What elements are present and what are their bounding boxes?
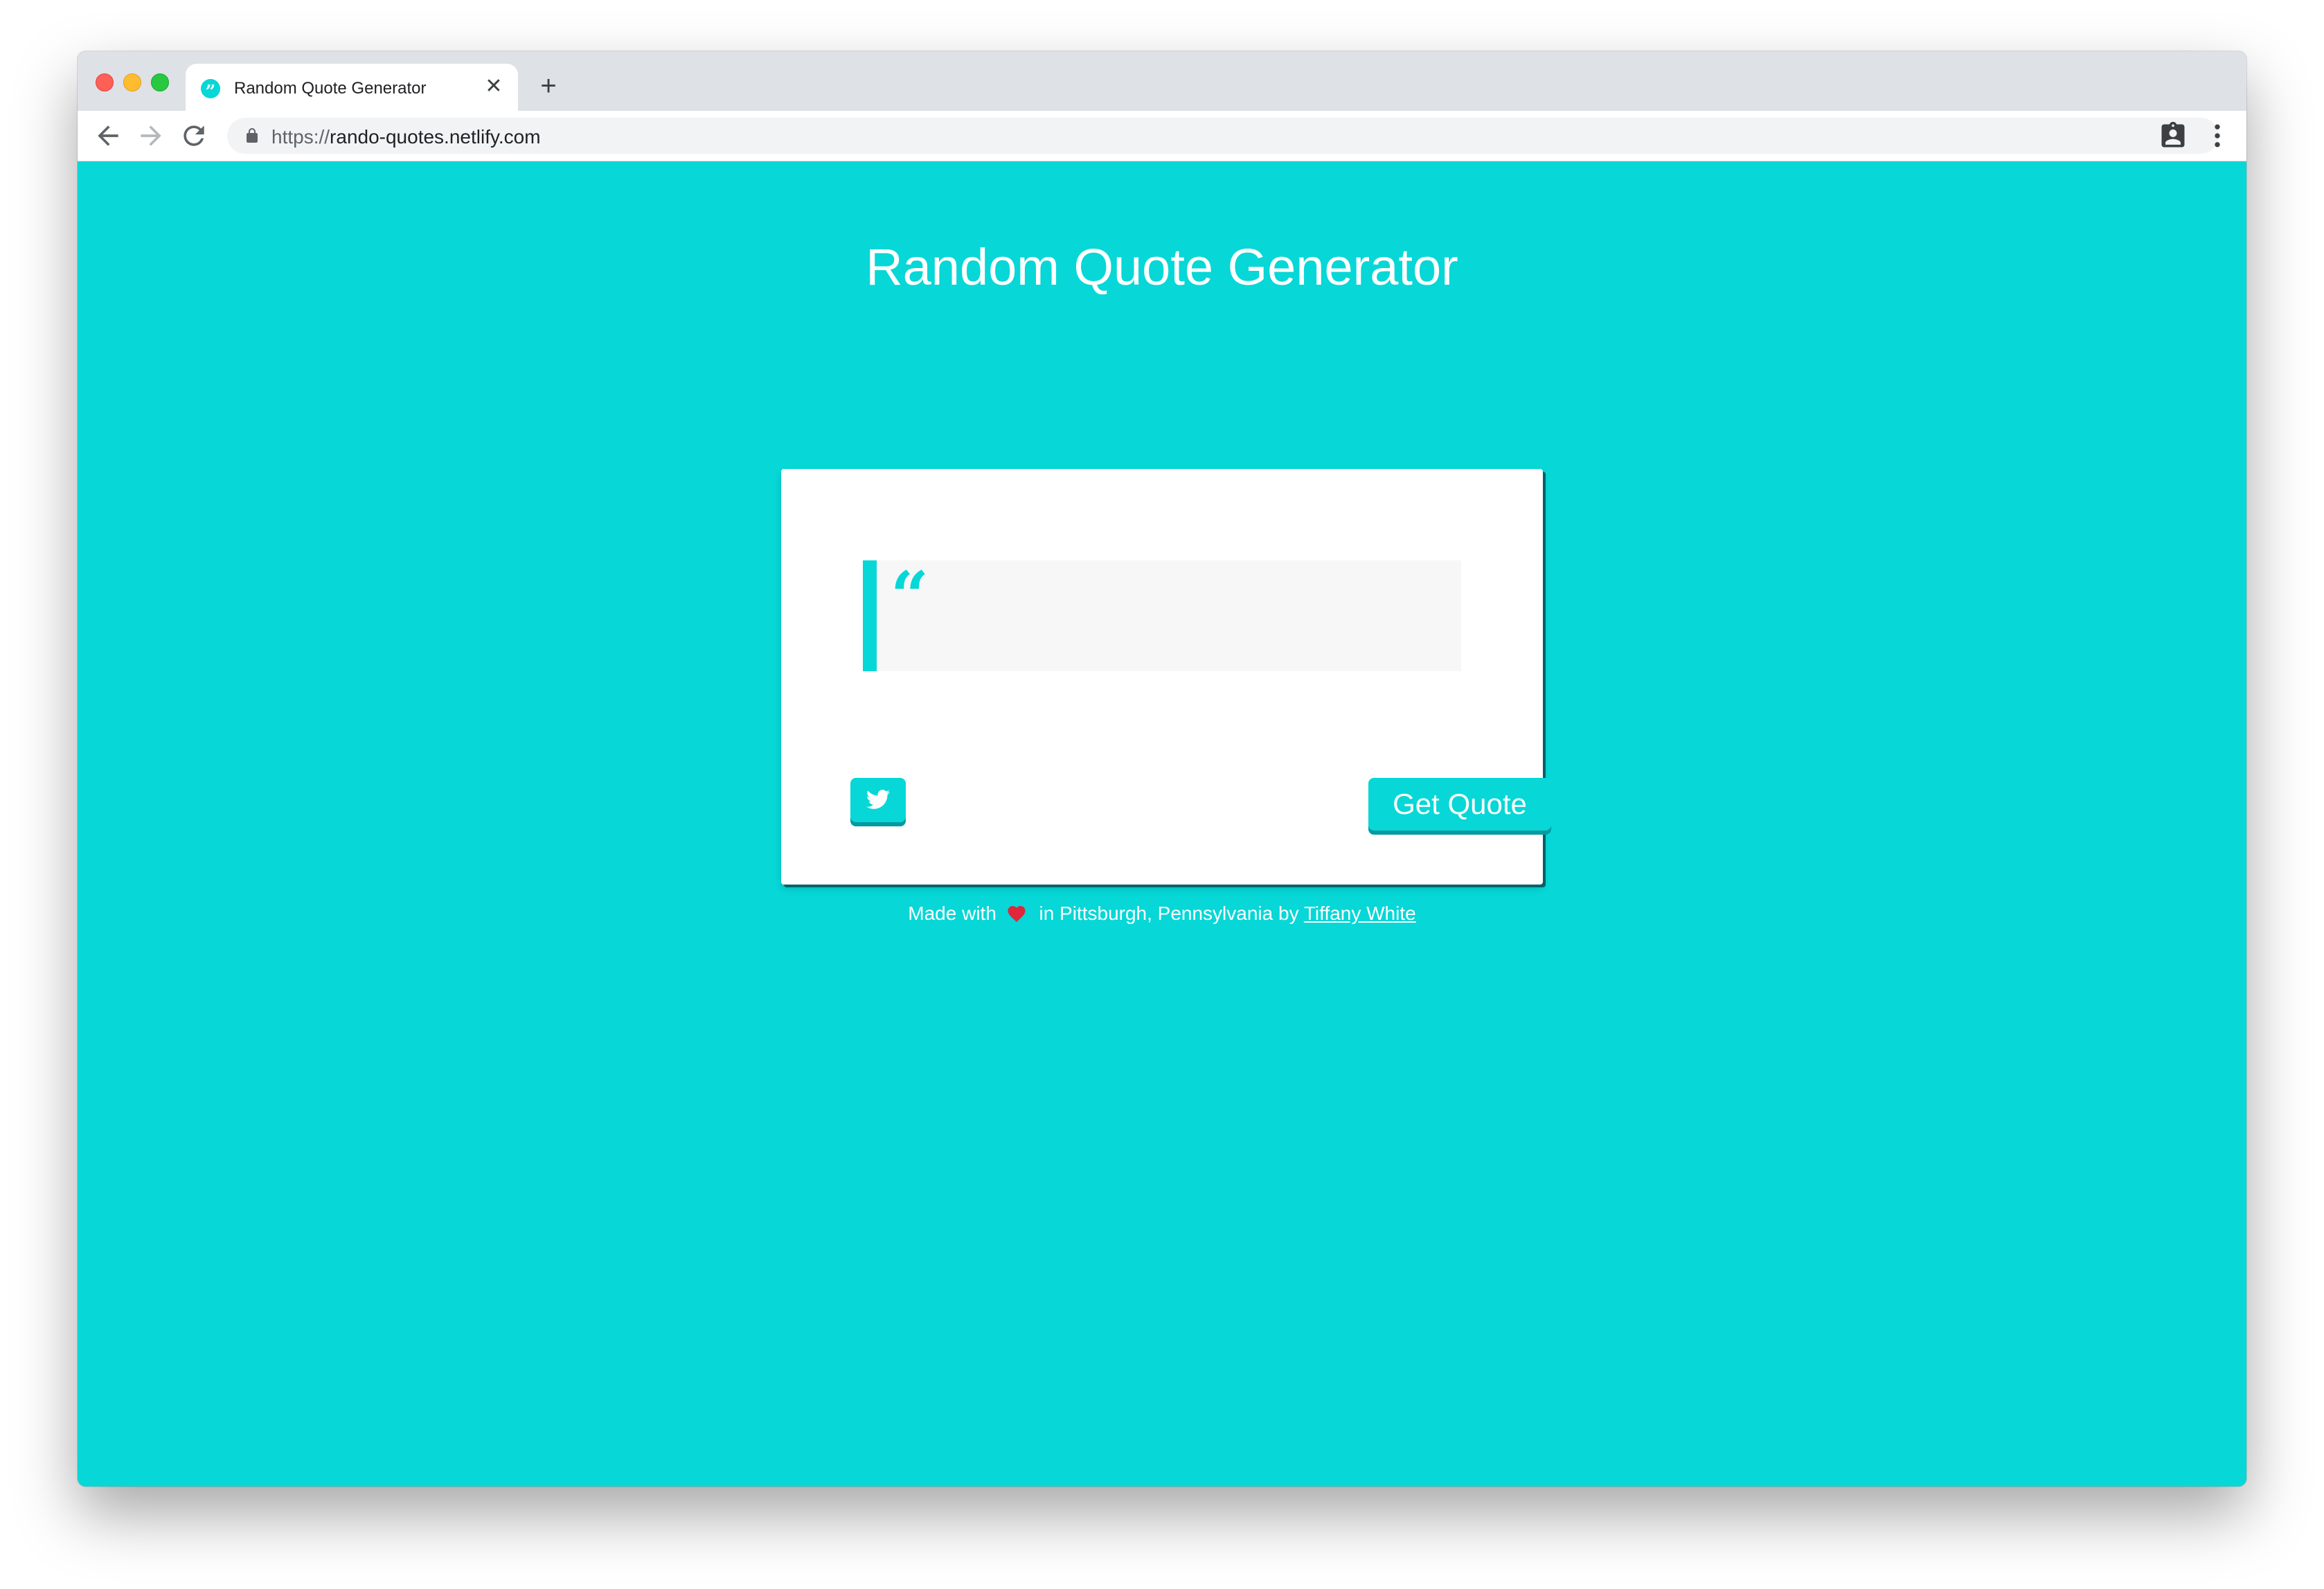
url-host: rando-quotes.netlify.com: [330, 126, 541, 148]
tab-title: Random Quote Generator: [234, 79, 427, 98]
browser-toolbar: https://rando-quotes.netlify.com: [78, 111, 2246, 161]
heart-icon: [1008, 906, 1026, 922]
quote-favicon-icon: ”: [201, 79, 220, 98]
reload-button[interactable]: [179, 121, 209, 151]
quote-mark-icon: “: [891, 557, 929, 635]
back-button[interactable]: [93, 121, 123, 151]
minimize-window-button[interactable]: [123, 73, 141, 91]
page-title: Random Quote Generator: [866, 238, 1458, 296]
menu-icon[interactable]: [2202, 121, 2233, 151]
back-arrow-icon: [98, 125, 118, 146]
quote-blockquote: “: [863, 560, 1461, 671]
lock-icon: [247, 128, 258, 143]
quote-card: “ Get Quote: [781, 469, 1551, 885]
close-window-button[interactable]: [96, 73, 114, 91]
tab-close-icon[interactable]: ✕: [482, 75, 506, 98]
author-link[interactable]: Tiffany White: [1304, 903, 1416, 924]
address-bar[interactable]: https://rando-quotes.netlify.com: [227, 118, 2219, 154]
get-quote-button[interactable]: Get Quote: [1368, 778, 1551, 831]
url-text: https://rando-quotes.netlify.com: [271, 126, 541, 148]
tab-random-quote-generator[interactable]: ” Random Quote Generator ✕: [186, 64, 518, 111]
twitter-icon: [866, 790, 890, 809]
footer-prefix: Made with: [908, 903, 996, 924]
reload-icon: [184, 125, 204, 146]
extension-icon[interactable]: [2158, 121, 2188, 151]
browser-window: ” Random Quote Generator ✕ + https://ran…: [78, 51, 2246, 1486]
forward-button[interactable]: [136, 121, 166, 151]
forward-arrow-icon: [141, 125, 161, 146]
new-tab-button[interactable]: +: [535, 72, 562, 100]
page-content: Random Quote Generator “ Get Quote Made …: [78, 161, 2246, 1486]
footer: Made with in Pittsburgh, Pennsylvania by…: [78, 903, 2246, 925]
footer-suffix: in Pittsburgh, Pennsylvania by: [1039, 903, 1299, 924]
tweet-button[interactable]: [850, 778, 906, 822]
url-scheme: https://: [271, 126, 330, 148]
maximize-window-button[interactable]: [151, 73, 169, 91]
browser-titlebar: ” Random Quote Generator ✕ +: [78, 51, 2246, 111]
